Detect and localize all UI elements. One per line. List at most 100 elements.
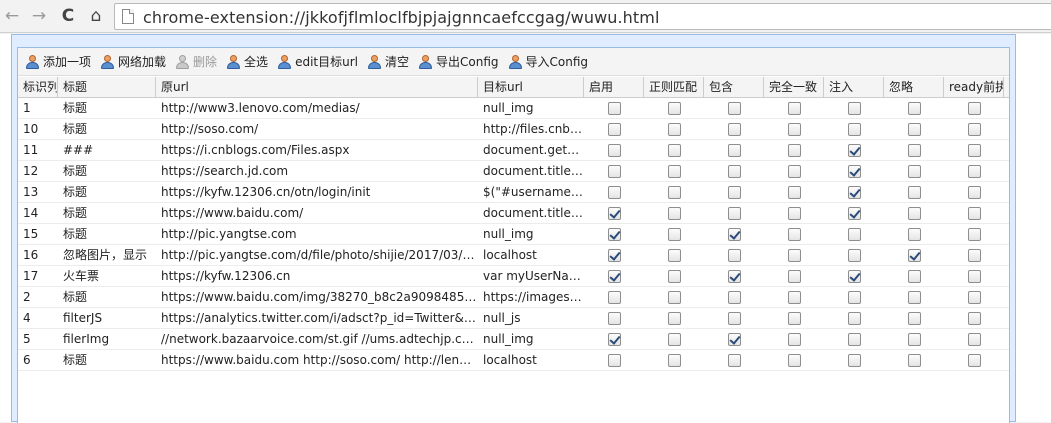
url-text[interactable]: chrome-extension://jkkofjflmloclfbjpjajg… (143, 8, 660, 27)
checkbox[interactable] (847, 311, 861, 325)
checkbox[interactable] (907, 227, 921, 241)
toolbar-button-7[interactable]: 导入Config (504, 51, 594, 73)
checkbox[interactable] (727, 248, 741, 262)
toolbar-button-5[interactable]: 清空 (363, 51, 414, 73)
checkbox[interactable] (787, 353, 801, 367)
checkbox[interactable] (967, 143, 981, 157)
checkbox[interactable] (667, 248, 681, 262)
table-row[interactable]: 1 标题 http://www3.lenovo.com/medias/null_im… (18, 98, 1009, 119)
column-header[interactable]: 忽略 (884, 77, 944, 98)
checkbox[interactable] (607, 143, 621, 157)
toolbar-button-4[interactable]: edit目标url (273, 51, 363, 73)
checkbox[interactable] (607, 122, 621, 136)
column-header[interactable]: 注入 (824, 77, 884, 98)
checkbox[interactable] (727, 143, 741, 157)
checkbox[interactable] (967, 353, 981, 367)
checkbox[interactable] (667, 269, 681, 283)
checkbox[interactable] (967, 206, 981, 220)
table-row[interactable]: 14 标题 https://www.baidu.com/document.title… (18, 203, 1009, 224)
checkbox[interactable] (667, 101, 681, 115)
column-header[interactable]: 完全一致 (764, 77, 824, 98)
checkbox[interactable] (907, 311, 921, 325)
checkbox[interactable] (967, 290, 981, 304)
checkbox[interactable] (967, 227, 981, 241)
checkbox[interactable] (607, 290, 621, 304)
toolbar-button-0[interactable]: 添加一项 (21, 51, 96, 73)
checkbox[interactable] (787, 311, 801, 325)
checkbox[interactable] (727, 353, 741, 367)
checkbox[interactable] (847, 227, 861, 241)
checkbox[interactable] (607, 353, 621, 367)
checkbox[interactable] (667, 185, 681, 199)
checkbox[interactable] (787, 332, 801, 346)
toolbar-button-6[interactable]: 导出Config (414, 51, 504, 73)
checkbox[interactable] (847, 101, 861, 115)
table-row[interactable]: 16 忽略图片，显示 http://pic.yangtse.com/d/file/p… (18, 245, 1009, 266)
table-row[interactable]: 12 标题 https://search.jd.com document.title=… (18, 161, 1009, 182)
reload-icon[interactable]: C (58, 6, 78, 26)
checkbox[interactable] (967, 164, 981, 178)
checkbox[interactable] (787, 164, 801, 178)
table-row[interactable]: 10 标题 http://soso.com/http://files.cnblogs… (18, 119, 1009, 140)
checkbox[interactable] (967, 185, 981, 199)
checkbox[interactable] (847, 122, 861, 136)
checkbox[interactable] (607, 248, 621, 262)
home-icon[interactable]: ⌂ (86, 6, 106, 26)
checkbox[interactable] (727, 185, 741, 199)
forward-arrow-icon[interactable]: → (29, 6, 49, 26)
checkbox[interactable] (667, 143, 681, 157)
checkbox[interactable] (847, 269, 861, 283)
checkbox[interactable] (907, 122, 921, 136)
column-header[interactable]: 包含 (704, 77, 764, 98)
checkbox[interactable] (847, 290, 861, 304)
toolbar-button-3[interactable]: 全选 (222, 51, 273, 73)
checkbox[interactable] (847, 248, 861, 262)
checkbox[interactable] (787, 206, 801, 220)
checkbox[interactable] (607, 269, 621, 283)
back-arrow-icon[interactable]: ← (2, 6, 22, 26)
checkbox[interactable] (607, 164, 621, 178)
checkbox[interactable] (787, 101, 801, 115)
checkbox[interactable] (727, 332, 741, 346)
checkbox[interactable] (907, 290, 921, 304)
column-header[interactable]: 原url (156, 77, 478, 98)
column-header[interactable]: 目标url (478, 77, 584, 98)
checkbox[interactable] (907, 101, 921, 115)
checkbox[interactable] (907, 269, 921, 283)
address-bar[interactable]: chrome-extension://jkkofjflmloclfbjpjajg… (114, 3, 1051, 30)
checkbox[interactable] (787, 269, 801, 283)
checkbox[interactable] (847, 185, 861, 199)
checkbox[interactable] (667, 290, 681, 304)
checkbox[interactable] (847, 353, 861, 367)
checkbox[interactable] (667, 164, 681, 178)
table-row[interactable]: 13 标题 https://kyfw.12306.cn/otn/login/init… (18, 182, 1009, 203)
checkbox[interactable] (967, 248, 981, 262)
checkbox[interactable] (967, 101, 981, 115)
column-header[interactable]: 正则匹配 (644, 77, 704, 98)
checkbox[interactable] (907, 206, 921, 220)
checkbox[interactable] (907, 353, 921, 367)
checkbox[interactable] (667, 206, 681, 220)
checkbox[interactable] (667, 332, 681, 346)
checkbox[interactable] (787, 248, 801, 262)
checkbox[interactable] (727, 269, 741, 283)
checkbox[interactable] (787, 185, 801, 199)
table-row[interactable]: 11 ### https://i.cnblogs.com/Files.aspx doc… (18, 140, 1009, 161)
checkbox[interactable] (727, 101, 741, 115)
checkbox[interactable] (607, 311, 621, 325)
column-header[interactable]: 标题 (58, 77, 156, 98)
checkbox[interactable] (667, 227, 681, 241)
checkbox[interactable] (727, 311, 741, 325)
checkbox[interactable] (847, 332, 861, 346)
checkbox[interactable] (847, 143, 861, 157)
table-row[interactable]: 2 标题 https://www.baidu.com/img/38270_b8c2a… (18, 287, 1009, 308)
checkbox[interactable] (847, 206, 861, 220)
checkbox[interactable] (967, 332, 981, 346)
checkbox[interactable] (787, 143, 801, 157)
checkbox[interactable] (727, 290, 741, 304)
checkbox[interactable] (787, 227, 801, 241)
checkbox[interactable] (847, 164, 861, 178)
checkbox[interactable] (907, 185, 921, 199)
checkbox[interactable] (907, 164, 921, 178)
column-header[interactable]: ready前执 (944, 77, 1004, 98)
